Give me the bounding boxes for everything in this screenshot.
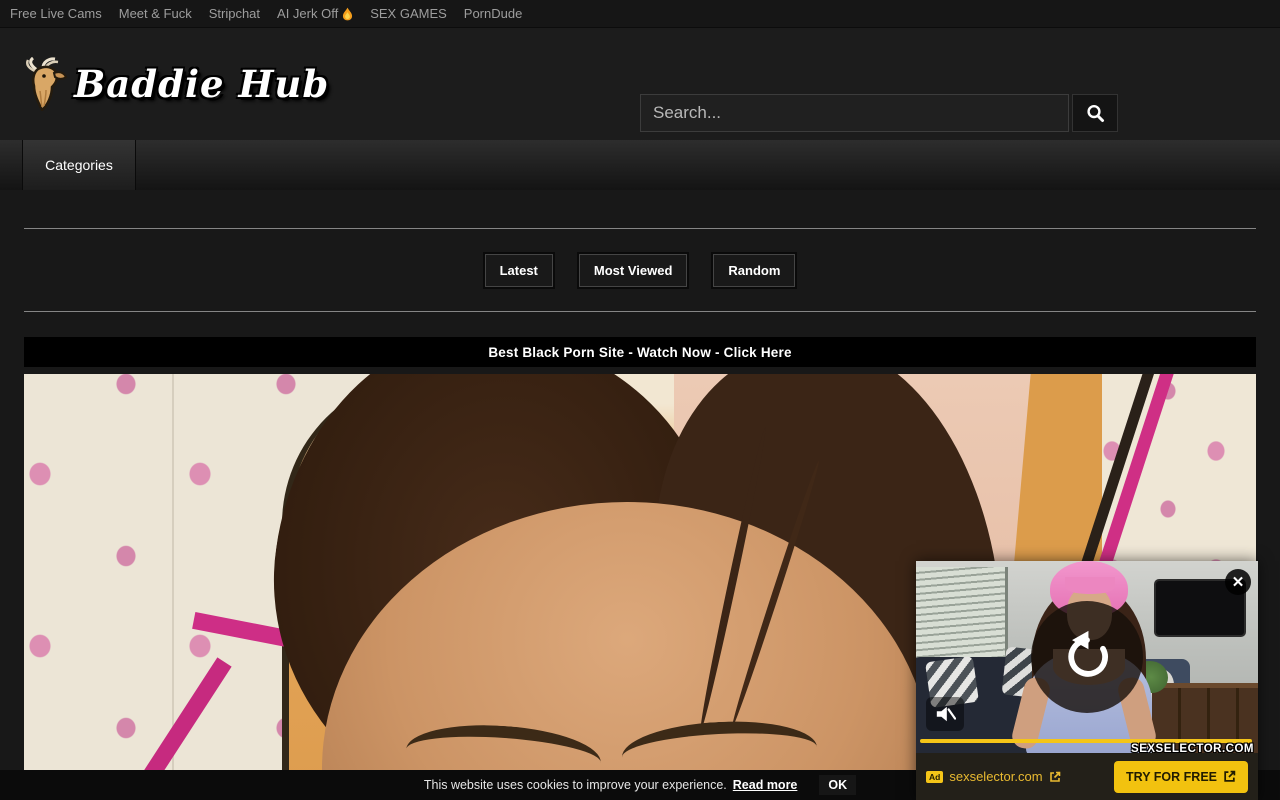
topbar-link-label: AI Jerk Off xyxy=(277,6,338,21)
sort-latest-button[interactable]: Latest xyxy=(485,254,553,287)
pink-bangs xyxy=(1065,577,1115,594)
goat-icon xyxy=(22,57,68,111)
search-bar xyxy=(640,94,1118,132)
replay-button[interactable] xyxy=(1031,601,1143,713)
sort-random-button[interactable]: Random xyxy=(713,254,795,287)
ad-player[interactable]: ✕ SEXSELECTOR.COM xyxy=(916,561,1258,753)
external-link-icon xyxy=(1049,771,1061,783)
sort-buttons-row: Latest Most Viewed Random xyxy=(24,254,1256,287)
cookie-ok-button[interactable]: OK xyxy=(819,775,856,795)
topbar-link-porndude[interactable]: PornDude xyxy=(464,6,523,21)
ad-footer: Ad sexselector.com TRY FOR FREE xyxy=(916,753,1258,800)
topbar: Free Live Cams Meet & Fuck Stripchat AI … xyxy=(0,0,1280,28)
text-ad-banner-label: Best Black Porn Site - Watch Now - Click… xyxy=(488,345,791,360)
topbar-link-stripchat[interactable]: Stripchat xyxy=(209,6,260,21)
nav-item-categories[interactable]: Categories xyxy=(22,140,136,190)
topbar-link-free-live-cams[interactable]: Free Live Cams xyxy=(10,6,102,21)
divider-top xyxy=(24,228,1256,229)
topbar-link-sex-games[interactable]: SEX GAMES xyxy=(370,6,447,21)
replay-icon xyxy=(1058,628,1116,686)
site-title: Baddie Hub xyxy=(74,62,329,106)
search-button[interactable] xyxy=(1072,94,1118,132)
muted-speaker-icon xyxy=(934,704,956,724)
site-header: Baddie Hub xyxy=(0,28,1280,140)
ad-watermark: SEXSELECTOR.COM xyxy=(1131,743,1254,753)
external-link-icon xyxy=(1223,770,1236,783)
mute-button[interactable] xyxy=(926,697,964,731)
main-nav: Categories xyxy=(0,140,1280,190)
text-ad-banner[interactable]: Best Black Porn Site - Watch Now - Click… xyxy=(24,337,1256,367)
ad-domain-link[interactable]: sexselector.com xyxy=(949,769,1060,784)
cookie-read-more-link[interactable]: Read more xyxy=(733,778,798,792)
close-icon: ✕ xyxy=(1232,573,1245,591)
sort-most-viewed-button[interactable]: Most Viewed xyxy=(579,254,688,287)
ad-domain-label: sexselector.com xyxy=(949,769,1042,784)
site-logo[interactable]: Baddie Hub xyxy=(22,57,329,111)
search-icon xyxy=(1085,103,1105,123)
video-ad-overlay: ✕ SEXSELECTOR.COM Ad sexselector.com TRY… xyxy=(916,561,1258,800)
topbar-link-ai-jerk-off[interactable]: AI Jerk Off xyxy=(277,6,353,21)
try-for-free-button[interactable]: TRY FOR FREE xyxy=(1114,761,1248,793)
close-ad-button[interactable]: ✕ xyxy=(1225,569,1251,595)
topbar-link-meet-and-fuck[interactable]: Meet & Fuck xyxy=(119,6,192,21)
divider-bottom xyxy=(24,311,1256,312)
search-input[interactable] xyxy=(640,94,1069,132)
cookie-message: This website uses cookies to improve you… xyxy=(424,778,727,792)
ad-badge: Ad xyxy=(926,771,943,783)
try-for-free-label: TRY FOR FREE xyxy=(1126,770,1217,784)
flame-icon xyxy=(342,7,353,21)
